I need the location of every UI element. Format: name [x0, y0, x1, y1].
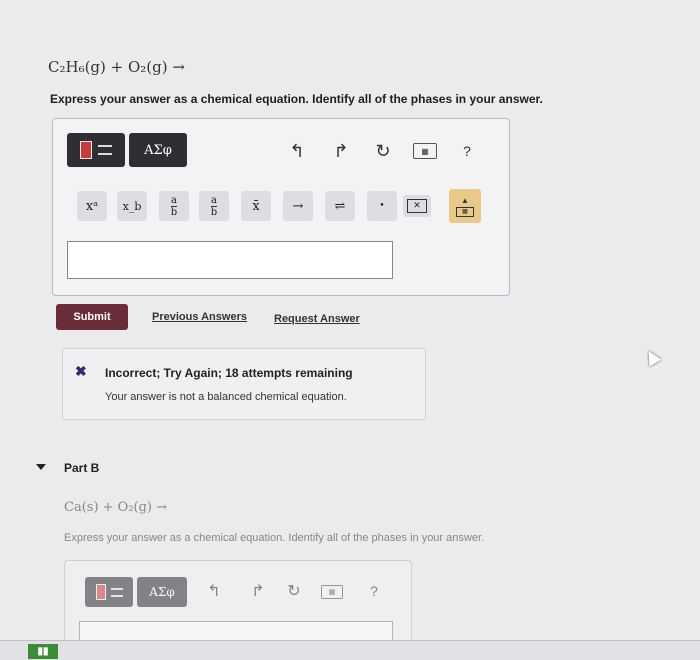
part-a-instructions: Express your answer as a chemical equati…	[50, 92, 543, 106]
part-b-reset-icon[interactable]: ↻	[283, 580, 305, 602]
part-b-undo-icon[interactable]: ↰	[203, 580, 225, 602]
reset-icon[interactable]: ↻	[371, 139, 395, 163]
arrow-label: →	[292, 198, 304, 214]
help-label: ?	[463, 143, 471, 159]
subscript-template-button[interactable]: x_b	[117, 191, 147, 221]
redo-icon[interactable]: ↱	[329, 139, 353, 163]
part-b-help-button[interactable]: ?	[363, 580, 385, 602]
keyboard-toggle-button[interactable]: ▲ ▦	[449, 189, 481, 223]
arrow-template-button[interactable]: →	[283, 191, 313, 221]
taskbar	[0, 640, 700, 660]
submit-label: Submit	[73, 311, 111, 323]
backspace-button[interactable]: ✕	[403, 195, 431, 217]
request-answer-link[interactable]: Request Answer	[274, 313, 360, 325]
part-b-answer-panel: ΑΣφ ↰ ↱ ↻ ▦ ?	[64, 560, 412, 652]
help-button[interactable]: ?	[455, 139, 479, 163]
dot-label: •	[379, 201, 385, 211]
part-b-symbols-button[interactable]: ΑΣφ	[137, 577, 187, 607]
part-b-templates-icon-lines	[110, 587, 123, 597]
feedback-title: Incorrect; Try Again; 18 attempts remain…	[105, 366, 353, 380]
part-b-instructions: Express your answer as a chemical equati…	[64, 532, 485, 544]
symbols-button[interactable]: ΑΣφ	[129, 133, 187, 167]
mixed-fraction-den: b	[210, 205, 218, 218]
previous-answers-link[interactable]: Previous Answers	[152, 311, 247, 323]
feedback-box: ✖ Incorrect; Try Again; 18 attempts rema…	[62, 348, 426, 420]
superscript-template-button[interactable]: xᵃ	[77, 191, 107, 221]
fraction-template-button[interactable]: a b	[159, 191, 189, 221]
dot-template-button[interactable]: •	[367, 191, 397, 221]
fraction-den: b	[170, 205, 178, 218]
submit-button[interactable]: Submit	[56, 304, 128, 330]
overline-label: x̄	[252, 198, 260, 214]
keyboard-small-icon: ▦	[456, 206, 474, 217]
mixed-fraction-template-button[interactable]: a b	[199, 191, 229, 221]
superscript-label: xᵃ	[85, 198, 99, 214]
collapse-part-b-icon[interactable]	[36, 464, 46, 470]
part-b-equation: Ca(s) + O₂(g) →	[64, 500, 168, 515]
mouse-cursor-icon	[642, 347, 662, 367]
part-b-heading: Part B	[64, 461, 100, 475]
mixed-fraction-num: a	[211, 194, 217, 206]
fraction-num: a	[171, 194, 177, 206]
subscript-label: x_b	[122, 199, 142, 213]
part-a-answer-panel: ΑΣφ ↰ ↱ ↻ ▦ ? xᵃ x_b a b a b x̄ → ⇌ • ✕ …	[52, 118, 510, 296]
chevron-up-icon: ▲	[461, 195, 469, 205]
equilibrium-label: ⇌	[334, 198, 346, 214]
templates-menu-button[interactable]	[67, 133, 125, 167]
part-b-symbols-label: ΑΣφ	[149, 585, 175, 599]
equilibrium-template-button[interactable]: ⇌	[325, 191, 355, 221]
part-b-help-label: ?	[370, 583, 378, 599]
keyboard-icon[interactable]: ▦	[413, 143, 437, 159]
undo-icon[interactable]: ↰	[285, 139, 309, 163]
backspace-icon: ✕	[407, 199, 427, 213]
templates-icon	[80, 141, 92, 159]
feedback-message: Your answer is not a balanced chemical e…	[105, 391, 347, 403]
symbols-label: ΑΣφ	[144, 142, 172, 158]
part-b-keyboard-icon[interactable]: ▦	[321, 585, 343, 599]
answer-input[interactable]	[67, 241, 393, 279]
part-b-templates-menu-button[interactable]	[85, 577, 133, 607]
part-a-equation: C₂H₆(g) + O₂(g) →	[48, 58, 185, 76]
templates-icon-lines	[98, 145, 112, 155]
overline-template-button[interactable]: x̄	[241, 191, 271, 221]
part-b-redo-icon[interactable]: ↱	[247, 580, 269, 602]
taskbar-app-icon[interactable]: ▮▮	[28, 644, 58, 659]
incorrect-icon: ✖	[75, 363, 87, 379]
part-b-templates-icon	[95, 584, 106, 600]
